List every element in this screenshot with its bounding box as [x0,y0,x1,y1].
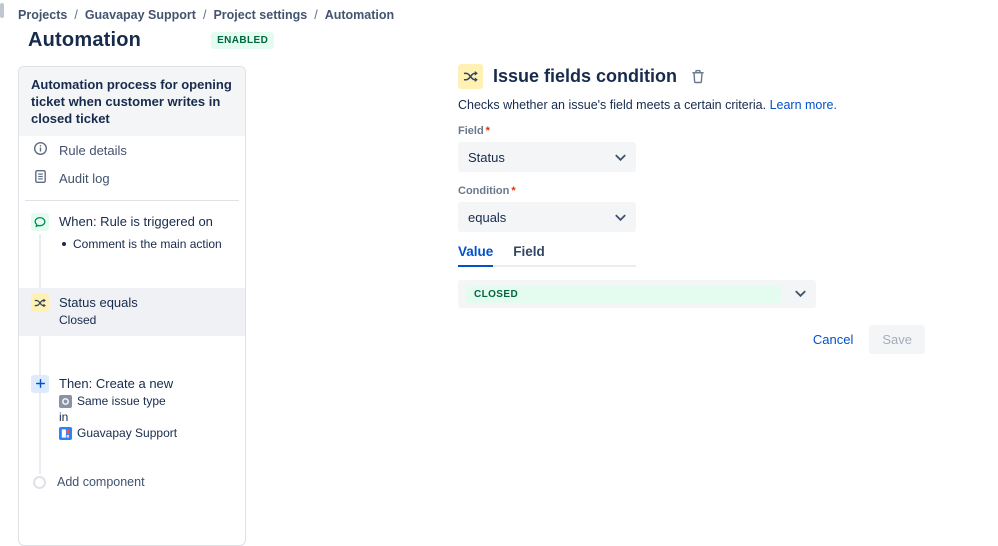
project-label: Guavapay Support [77,426,178,441]
sidebar-item-label: Audit log [59,170,110,186]
trash-icon[interactable] [689,67,707,86]
condition-select[interactable]: equals [458,202,636,232]
breadcrumb-link-project-settings[interactable]: Project settings [213,8,307,22]
value-select[interactable]: CLOSED [458,280,816,308]
bullet-icon [62,242,66,247]
breadcrumb: Projects / Guavapay Support / Project se… [18,8,394,22]
field-label: Field * [458,125,490,137]
tab-value[interactable]: Value [458,244,494,267]
condition-select-value: equals [468,209,507,225]
tab-field[interactable]: Field [513,244,545,267]
audit-log-icon [33,169,48,187]
save-button[interactable]: Save [869,325,925,354]
step-title: Then: Create a new [59,375,174,391]
sidebar-item-audit-log[interactable]: Audit log [19,164,245,192]
rule-sidebar: Automation process for opening ticket wh… [18,66,246,546]
step-then-create[interactable]: Then: Create a new Same issue type in Gu… [19,369,245,445]
sidebar-item-label: Rule details [59,142,127,158]
chevron-down-icon [615,210,626,225]
shuffle-icon [31,294,49,313]
condition-label: Condition * [458,185,516,197]
breadcrumb-separator: / [202,8,207,22]
plus-icon [31,374,49,393]
value-field-tabs: Value Field [458,244,636,267]
step-when-trigger[interactable]: When: Rule is triggered on [19,207,245,235]
required-asterisk: * [511,185,516,197]
shuffle-icon [458,64,483,89]
chevron-down-icon [615,150,626,165]
comment-icon [31,213,49,232]
page-title: Automation [28,29,142,51]
breadcrumb-separator: / [314,8,318,22]
page-header: Automation ENABLED [28,29,275,52]
breadcrumb-link-project[interactable]: Guavapay Support [85,8,196,22]
form-actions: Cancel Save [458,325,925,354]
step-condition-status-equals[interactable]: Status equals Closed [19,288,245,336]
panel-description: Checks whether an issue's field meets a … [458,98,837,112]
field-select-value: Status [468,149,505,165]
breadcrumb-link-projects[interactable]: Projects [18,8,67,22]
circle-outline-icon [33,475,46,489]
breadcrumb-separator: / [74,8,78,22]
required-asterisk: * [485,125,490,137]
info-icon [33,141,48,159]
chevron-down-icon [795,285,806,303]
status-lozenge: CLOSED [466,285,781,303]
rule-steps: When: Rule is triggered on Comment is th… [19,201,245,493]
step-detail-label: Closed [59,313,97,328]
rule-name: Automation process for opening ticket wh… [19,67,245,137]
add-component-label: Add component [57,475,145,490]
scrollbar-fragment[interactable] [0,3,4,18]
issue-type-icon [59,394,72,408]
panel-title: Issue fields condition [493,66,678,86]
step-detail-label: Comment is the main action [73,237,222,252]
breadcrumb-link-automation[interactable]: Automation [325,8,394,22]
project-avatar [59,426,72,440]
step-when-detail: Comment is the main action [62,237,245,251]
condition-editor-panel: Issue fields condition Checks whether an… [458,64,925,354]
cancel-button[interactable]: Cancel [813,332,853,347]
connector-word: in [59,410,69,425]
field-select[interactable]: Status [458,142,636,172]
add-component-button[interactable]: Add component [19,471,245,493]
sidebar-item-rule-details[interactable]: Rule details [19,136,245,164]
status-badge: ENABLED [211,32,275,49]
learn-more-link[interactable]: Learn more. [770,98,837,112]
issue-type-label: Same issue type [77,394,166,409]
step-title: Status equals [59,295,138,311]
step-title: When: Rule is triggered on [59,214,213,230]
